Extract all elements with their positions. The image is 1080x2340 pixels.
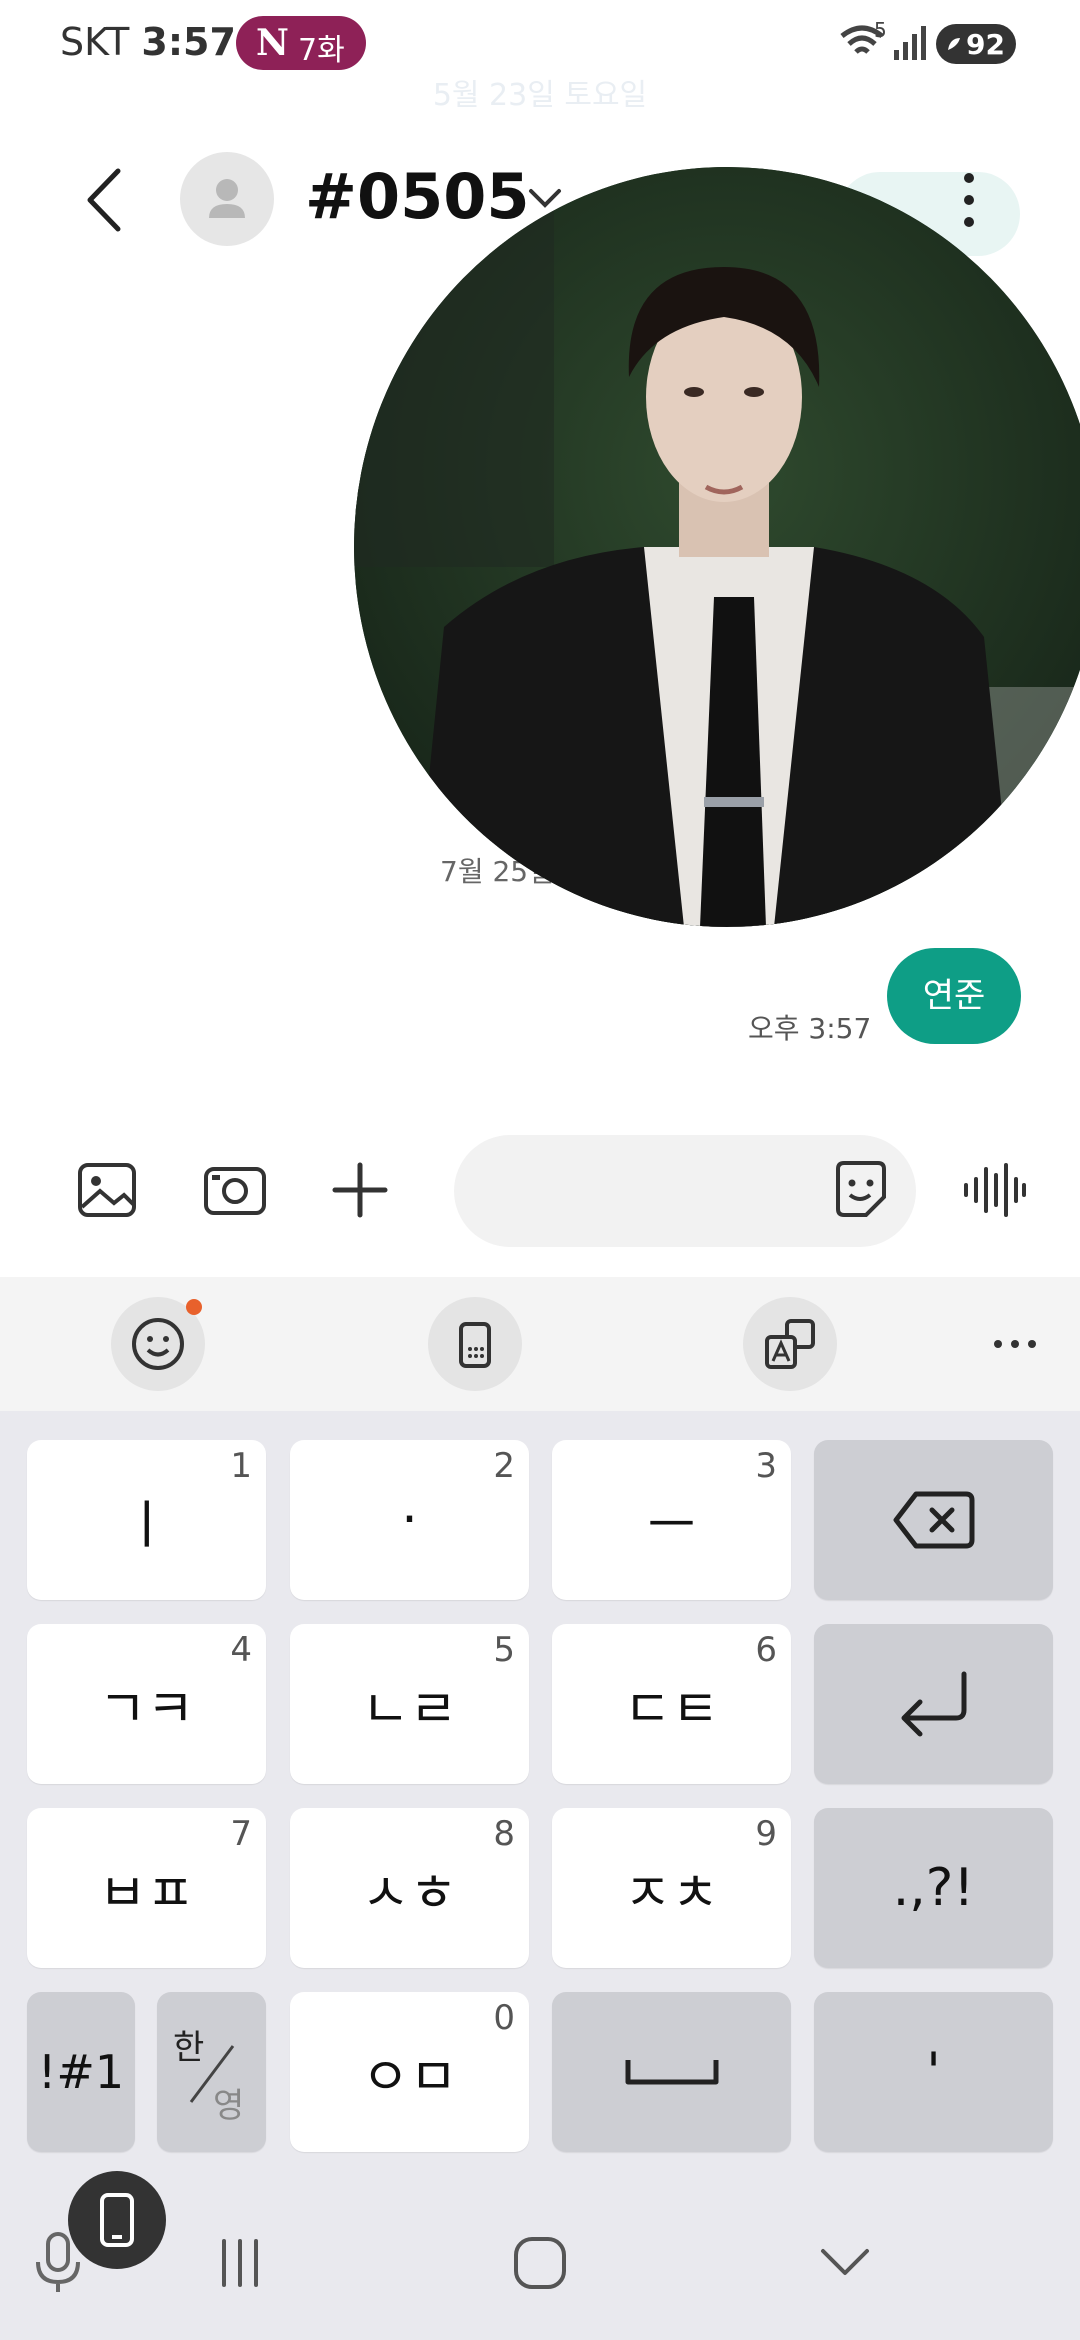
key-5[interactable]: ㄴㄹ 5 [290, 1624, 529, 1784]
keyboard-mode-button[interactable] [428, 1297, 522, 1391]
recent-apps-icon[interactable] [210, 2233, 270, 2293]
plus-icon[interactable] [325, 1155, 395, 1225]
home-icon[interactable] [510, 2233, 570, 2293]
wifi-label: 5 [874, 18, 887, 42]
camera-icon[interactable] [200, 1155, 270, 1225]
punctuation-key[interactable]: .,?! [814, 1808, 1053, 1968]
voice-waveform-icon[interactable] [958, 1155, 1028, 1225]
keyboard-toolbar [0, 1277, 1080, 1411]
conversation-title[interactable]: #0505 [305, 160, 530, 233]
key-0[interactable]: ㅇㅁ 0 [290, 1992, 529, 2152]
backspace-icon [893, 1491, 975, 1549]
more-options-icon[interactable] [955, 170, 983, 230]
translate-button[interactable] [743, 1297, 837, 1391]
floating-photo-overlay[interactable] [354, 167, 1080, 927]
sticker-icon[interactable] [826, 1155, 896, 1225]
more-toolbar-icon[interactable] [990, 1329, 1040, 1359]
space-key[interactable] [552, 1992, 791, 2152]
key-2[interactable]: · 2 [290, 1440, 529, 1600]
apostrophe-key[interactable]: ' [814, 1992, 1053, 2152]
space-icon [625, 2060, 719, 2085]
message-bubble[interactable]: 연준 [887, 948, 1021, 1044]
key-7[interactable]: ㅂㅍ 7 [27, 1808, 266, 1968]
faded-date: 5월 23일 토요일 [432, 78, 648, 113]
keypad-icon [459, 1322, 491, 1368]
contact-avatar[interactable] [180, 152, 274, 246]
key-3[interactable]: ㅡ3 [552, 1440, 791, 1600]
message-time: 오후 3:57 [748, 1012, 872, 1045]
symbols-key[interactable]: !#1 [27, 1992, 135, 2152]
gallery-icon[interactable] [72, 1155, 142, 1225]
portrait-image [354, 167, 1080, 927]
carrier-time: SKT 3:57 [60, 20, 236, 64]
language-switch-key[interactable]: 한 영 [157, 1992, 266, 2152]
battery-icon: 92 [936, 24, 1016, 64]
key-4[interactable]: ㄱㅋ 4 [27, 1624, 266, 1784]
person-icon [209, 179, 245, 218]
signal-icon [894, 26, 926, 60]
netflix-badge[interactable]: N 7화 [236, 16, 366, 70]
keyboard: ㅣ1 · 2 ㅡ3 ㄱㅋ 4 ㄴㄹ 5 ㄷㅌ 6 ㅂㅍ 7 ㅅㅎ 8 ㅈㅊ 9 .,?! !#… [0, 1411, 1080, 2340]
emoji-button[interactable] [111, 1297, 205, 1391]
hide-keyboard-icon[interactable] [815, 2241, 875, 2285]
backspace-key[interactable] [814, 1440, 1053, 1600]
netflix-logo: N [256, 22, 289, 64]
battery-level: 92 [966, 28, 1005, 61]
key-8[interactable]: ㅅㅎ 8 [290, 1808, 529, 1968]
key-1[interactable]: ㅣ1 [27, 1440, 266, 1600]
key-9[interactable]: ㅈㅊ 9 [552, 1808, 791, 1968]
keyboard-floating-button[interactable] [68, 2171, 166, 2269]
back-arrow-icon[interactable] [80, 165, 130, 235]
yeong-label: 영 [213, 2086, 245, 2126]
enter-key[interactable] [814, 1624, 1053, 1784]
key-6[interactable]: ㄷㅌ 6 [552, 1624, 791, 1784]
translate-icon [765, 1319, 815, 1369]
enter-icon [901, 1671, 967, 1737]
notification-dot [186, 1299, 202, 1315]
phone-icon [100, 2193, 134, 2247]
netflix-badge-label: 7화 [298, 33, 345, 68]
